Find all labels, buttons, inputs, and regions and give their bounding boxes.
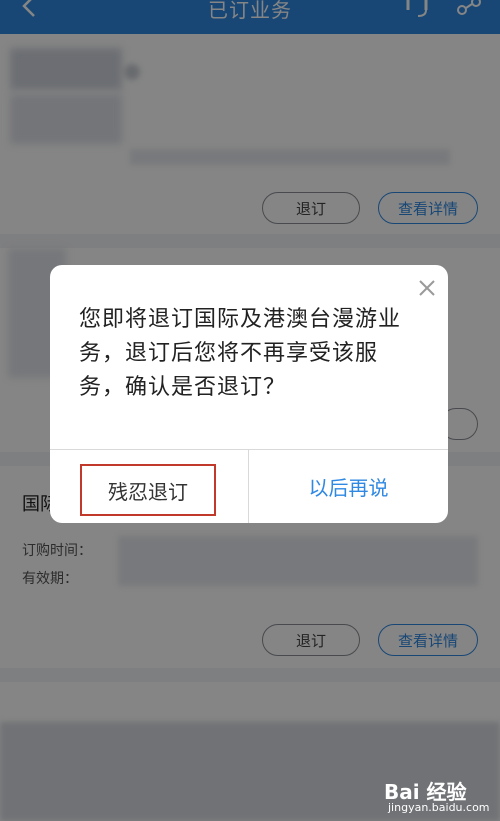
subscribed-services-page: 已订业务 退订 查看详情 国际 订购时间： 有效期： 退订 查看详情 您即将退订… — [0, 0, 500, 821]
dialog-message: 您即将退订国际及港澳台漫游业务，退订后您将不再享受该服务，确认是否退订？ — [79, 307, 402, 400]
confirm-unsubscribe-button[interactable]: 残忍退订 — [80, 464, 216, 516]
baidu-watermark: Bai 经验 jingyan.baidu.com — [378, 770, 498, 820]
unsubscribe-confirm-dialog: 您即将退订国际及港澳台漫游业务，退订后您将不再享受该服务，确认是否退订？ 残忍退… — [50, 265, 448, 523]
later-button[interactable]: 以后再说 — [249, 450, 448, 523]
close-icon[interactable] — [416, 277, 438, 299]
watermark-url: jingyan.baidu.com — [388, 801, 490, 814]
